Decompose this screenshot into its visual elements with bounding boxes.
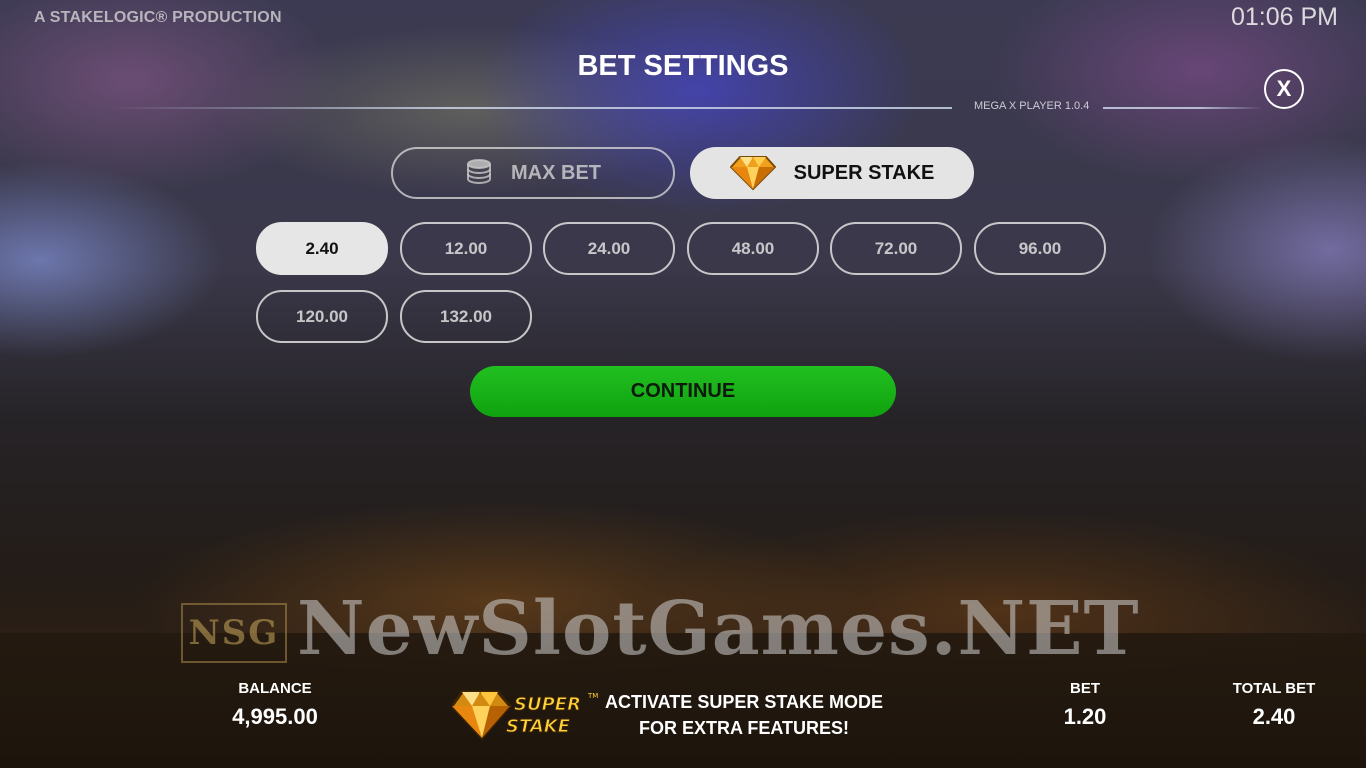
balance-value: 4,995.00: [232, 704, 318, 729]
close-button[interactable]: X: [1264, 69, 1304, 109]
continue-button[interactable]: CONTINUE: [470, 366, 896, 417]
bet-option[interactable]: 24.00: [543, 222, 675, 275]
bet-option[interactable]: 132.00: [400, 290, 532, 343]
coin-stack-icon: [465, 158, 493, 188]
close-icon: X: [1276, 76, 1292, 101]
clock: 01:06 PM: [1230, 3, 1338, 31]
divider-left: [110, 107, 952, 109]
super-stake-label: SUPER STAKE: [793, 161, 935, 184]
divider-right: [1103, 107, 1263, 109]
bet-option[interactable]: 48.00: [687, 222, 819, 275]
player-version: MEGA X PLAYER 1.0.4: [974, 100, 1090, 112]
total-bet-label: TOTAL BET: [1232, 680, 1316, 697]
logo-word-super: SUPER: [514, 694, 581, 715]
watermark: NSG NewSlotGames.NET: [181, 586, 1191, 672]
balance-label: BALANCE: [238, 680, 312, 697]
watermark-logo: NSG: [181, 603, 287, 663]
bet-option[interactable]: 120.00: [256, 290, 388, 343]
dialog-title: BET SETTINGS: [577, 50, 789, 82]
diamond-icon: [729, 155, 776, 191]
bet-value: 1.20: [1063, 704, 1107, 729]
promo-text: ACTIVATE SUPER STAKE MODE FOR EXTRA FEAT…: [596, 689, 892, 741]
max-bet-label: MAX BET: [511, 161, 601, 184]
bet-option[interactable]: 2.40: [256, 222, 388, 275]
studio-credit: A STAKELOGIC® PRODUCTION: [34, 9, 282, 26]
total-bet-value: 2.40: [1252, 704, 1296, 729]
bet-label: BET: [1070, 680, 1100, 697]
promo-line-2: FOR EXTRA FEATURES!: [639, 718, 849, 738]
watermark-text: NewSlotGames.NET: [297, 586, 1140, 672]
max-bet-button[interactable]: MAX BET: [391, 147, 675, 199]
logo-word-stake: STAKE: [506, 716, 571, 737]
super-stake-logo: SUPER TM STAKE: [450, 686, 598, 742]
bet-option[interactable]: 12.00: [400, 222, 532, 275]
bet-option[interactable]: 96.00: [974, 222, 1106, 275]
super-stake-button[interactable]: SUPER STAKE: [690, 147, 974, 199]
bet-option[interactable]: 72.00: [830, 222, 962, 275]
promo-line-1: ACTIVATE SUPER STAKE MODE: [604, 692, 883, 712]
